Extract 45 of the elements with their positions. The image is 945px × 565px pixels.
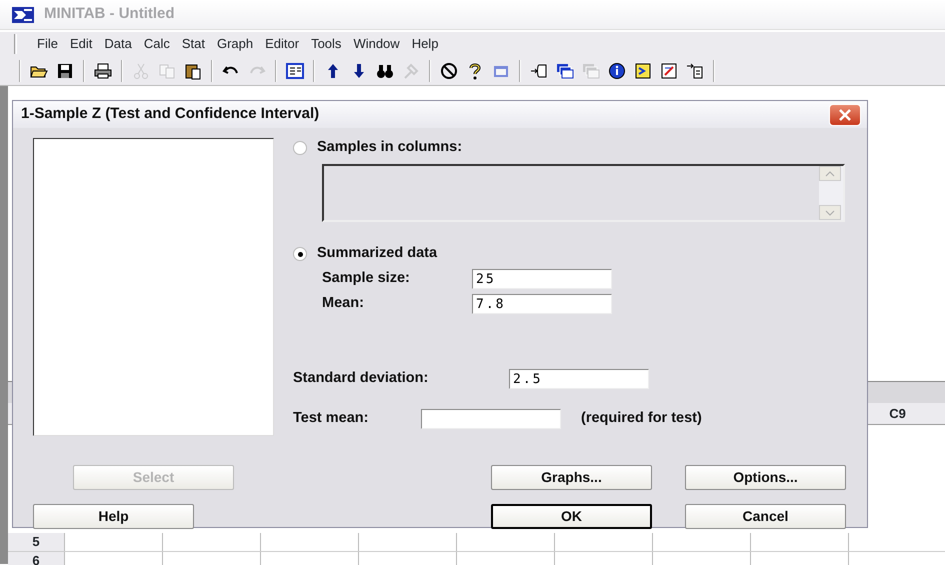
row-header: 5 (8, 533, 65, 551)
report-icon[interactable] (660, 62, 678, 80)
paste-icon[interactable] (184, 62, 202, 80)
menu-item[interactable]: Tools (305, 34, 348, 54)
dialog-title: 1-Sample Z (Test and Confidence Interval) (21, 104, 320, 124)
dialog-button[interactable]: Graphs... (491, 465, 652, 490)
window-title: MINITAB - Untitled (44, 4, 175, 24)
menu-item[interactable]: Edit (64, 34, 98, 54)
option-label: Summarized data (317, 244, 438, 264)
app-icon (12, 6, 34, 22)
input-field[interactable]: 25 (472, 269, 612, 289)
menu-item[interactable]: Stat (176, 34, 211, 54)
field-label: Mean: (322, 294, 365, 314)
menu-item[interactable]: Graph (210, 34, 260, 54)
menu-item[interactable]: Data (98, 34, 138, 54)
dialog-button[interactable]: Cancel (685, 504, 846, 529)
close-icon (838, 108, 852, 120)
export-icon[interactable] (530, 62, 548, 80)
hint-text: (required for test) (581, 409, 702, 428)
menu-item[interactable]: Calc (138, 34, 176, 54)
input-field[interactable] (421, 409, 561, 429)
dialog-button[interactable]: Options... (685, 465, 846, 490)
print-icon[interactable] (94, 62, 112, 80)
menu-item[interactable]: Editor (259, 34, 306, 54)
field-label: Test mean: (293, 409, 370, 428)
import-icon[interactable] (686, 62, 704, 80)
menu-item[interactable]: Window (347, 34, 406, 54)
menu-item[interactable]: Help (406, 34, 444, 54)
no-sign-icon[interactable] (440, 62, 458, 80)
dialog-button[interactable]: Help (33, 504, 194, 529)
dialog-button[interactable]: OK (491, 504, 652, 529)
option-label: Samples in columns: (317, 138, 462, 158)
radio-button[interactable] (293, 247, 307, 261)
worksheet-icon[interactable] (286, 62, 304, 80)
radio-button[interactable] (293, 141, 307, 155)
save-icon[interactable] (56, 62, 74, 80)
input-field[interactable]: 2.5 (509, 369, 649, 389)
info-icon[interactable] (608, 62, 626, 80)
field-label: Standard deviation: (293, 369, 430, 388)
windows-icon[interactable] (556, 62, 574, 80)
close-button[interactable] (829, 104, 861, 126)
note-icon[interactable] (634, 62, 652, 80)
input-field[interactable]: 7.8 (472, 294, 612, 314)
menu-item[interactable]: File (31, 34, 64, 54)
field-label: Sample size: (322, 269, 411, 288)
